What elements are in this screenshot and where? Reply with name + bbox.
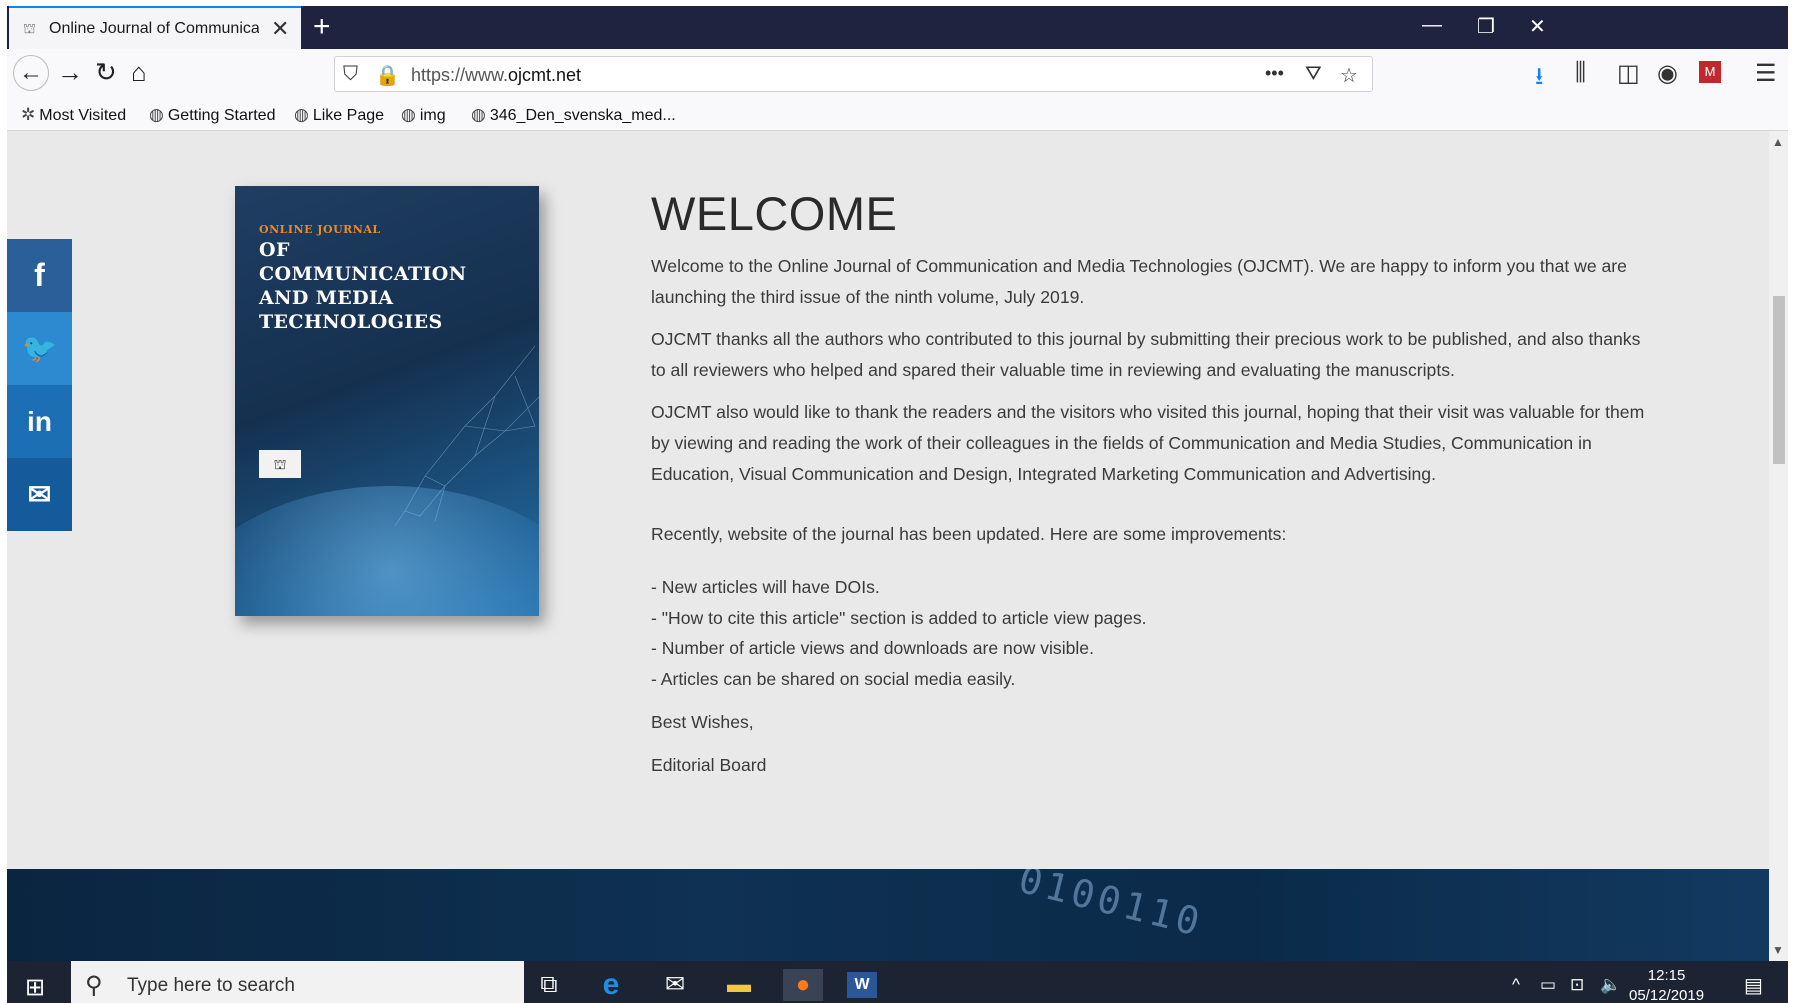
battery-icon[interactable]: ▭ — [1540, 975, 1556, 995]
bookmark-346[interactable]: ◍ 346_Den_svenska_med... — [471, 105, 676, 125]
new-tab-button[interactable]: + — [313, 10, 331, 44]
minimize-icon[interactable]: — — [1422, 14, 1442, 37]
site-favicon-icon: ⛫ — [23, 20, 36, 36]
navigation-bar: ← → ↻ ⌂ ⛉ 🔒 https://www.ojcmt.net ••• ⛛ … — [7, 49, 1788, 99]
linkedin-icon: in — [27, 406, 52, 437]
twitter-share-button[interactable]: 🐦 — [7, 312, 72, 385]
globe-icon: ◍ — [401, 105, 416, 124]
page-content: f 🐦 in ✉ ONLINE JOURNAL OF COMMUNICATION… — [7, 131, 1769, 961]
publisher-logo-icon: ⛫ — [259, 450, 301, 478]
bookmark-like-page[interactable]: ◍ Like Page — [294, 105, 384, 125]
volume-icon[interactable]: 🔈 — [1600, 975, 1621, 995]
list-item: - "How to cite this article" section is … — [651, 608, 1147, 628]
vertical-scrollbar[interactable]: ▲ ▼ — [1769, 131, 1788, 961]
welcome-paragraph-3: OJCMT also would like to thank the reade… — [651, 402, 1645, 484]
extension-icon[interactable]: M — [1699, 61, 1721, 83]
gear-icon: ✲ — [21, 105, 36, 124]
signature-text: Editorial Board — [651, 755, 767, 775]
account-icon[interactable]: ◉ — [1657, 59, 1678, 88]
list-item: - Number of article views and downloads … — [651, 638, 1094, 658]
welcome-paragraph-1: Welcome to the Online Journal of Communi… — [651, 256, 1627, 307]
list-item: - New articles will have DOIs. — [651, 577, 880, 597]
mail-icon[interactable]: ✉ — [655, 969, 695, 1001]
facebook-share-button[interactable]: f — [7, 239, 72, 312]
cover-kicker: ONLINE JOURNAL — [259, 223, 381, 236]
page-title: WELCOME — [651, 187, 898, 240]
firefox-icon[interactable]: ● — [783, 969, 823, 1001]
twitter-icon: 🐦 — [22, 333, 57, 364]
facebook-icon: f — [34, 257, 45, 293]
sidebar-icon[interactable]: ◫ — [1617, 59, 1640, 88]
edge-browser-icon[interactable]: e — [591, 969, 631, 1001]
system-clock[interactable]: 12:15 05/12/2019 — [1629, 966, 1704, 1003]
browser-window: ⛫ Online Journal of Communicat ✕ + — ❐ ✕… — [7, 6, 1788, 1003]
closing-text: Best Wishes, — [651, 712, 754, 732]
welcome-paragraph-2: OJCMT thanks all the authors who contrib… — [651, 329, 1641, 380]
tab-title: Online Journal of Communicat — [49, 20, 259, 37]
digital-hand-graphic — [394, 345, 539, 527]
url-text[interactable]: https://www.ojcmt.net — [411, 65, 581, 86]
reload-icon[interactable]: ↻ — [95, 59, 117, 85]
taskbar-search-box[interactable]: ⚲ Type here to search — [71, 961, 524, 1003]
globe-icon: ◍ — [149, 105, 164, 124]
back-icon[interactable]: ← — [13, 55, 49, 91]
forward-icon[interactable]: → — [57, 59, 83, 85]
bookmark-img[interactable]: ◍ img — [401, 105, 446, 125]
url-bar[interactable]: ⛉ 🔒 https://www.ojcmt.net ••• ⛛ ☆ — [334, 56, 1373, 92]
pocket-icon[interactable]: ⛛ — [1305, 63, 1322, 86]
email-share-button[interactable]: ✉ — [7, 458, 72, 531]
library-icon[interactable]: ⫼ — [1575, 59, 1586, 87]
scroll-up-icon[interactable]: ▲ — [1772, 135, 1784, 149]
network-icon[interactable]: ⊡ — [1570, 975, 1584, 995]
scroll-down-icon[interactable]: ▼ — [1772, 943, 1784, 957]
task-view-icon[interactable]: ⧉ — [529, 969, 569, 1001]
close-tab-icon[interactable]: ✕ — [271, 16, 289, 42]
bookmark-getting-started[interactable]: ◍ Getting Started — [149, 105, 275, 125]
list-item: - Articles can be shared on social media… — [651, 669, 1016, 689]
welcome-paragraph-4: Recently, website of the journal has bee… — [651, 524, 1287, 544]
binary-decoration: 0100110 — [1014, 869, 1208, 946]
windows-taskbar: ⊞ ⚲ Type here to search ⧉ e ✉ ▬ ● W ^ ▭ … — [7, 961, 1788, 1003]
clock-date: 05/12/2019 — [1629, 987, 1705, 1003]
globe-icon: ◍ — [471, 105, 486, 124]
menu-icon[interactable]: ☰ — [1755, 59, 1777, 88]
chevron-up-icon[interactable]: ^ — [1512, 975, 1520, 995]
globe-icon: ◍ — [294, 105, 309, 124]
notifications-icon[interactable]: ▤ — [1744, 973, 1763, 998]
bookmarks-bar: ✲ Most Visited ◍ Getting Started ◍ Like Pag… — [7, 99, 1788, 131]
shield-icon[interactable]: ⛉ — [343, 63, 358, 86]
cover-title: OF COMMUNICATION AND MEDIA TECHNOLOGIES — [259, 239, 467, 333]
bookmark-star-icon[interactable]: ☆ — [1340, 63, 1358, 88]
home-icon[interactable]: ⌂ — [131, 59, 147, 85]
word-icon[interactable]: W — [847, 972, 877, 998]
bookmark-most-visited[interactable]: ✲ Most Visited — [21, 105, 126, 125]
clock-time: 12:15 — [1647, 967, 1686, 984]
lock-icon[interactable]: 🔒 — [375, 63, 400, 88]
journal-cover-image: ONLINE JOURNAL OF COMMUNICATION AND MEDI… — [235, 186, 539, 616]
footer-banner: 0100110 — [7, 869, 1769, 961]
page-actions-icon[interactable]: ••• — [1265, 63, 1284, 84]
scrollbar-thumb[interactable] — [1773, 296, 1785, 464]
restore-icon[interactable]: ❐ — [1477, 14, 1495, 39]
downloads-icon[interactable]: ⭳ — [1535, 59, 1543, 100]
search-placeholder: Type here to search — [127, 975, 295, 996]
windows-start-icon[interactable]: ⊞ — [25, 973, 45, 1002]
search-icon: ⚲ — [85, 972, 103, 999]
envelope-icon: ✉ — [27, 479, 52, 510]
tab-active[interactable]: ⛫ Online Journal of Communicat ✕ — [9, 6, 301, 49]
tab-bar: ⛫ Online Journal of Communicat ✕ + — ❐ ✕ — [7, 6, 1788, 49]
linkedin-share-button[interactable]: in — [7, 385, 72, 458]
file-explorer-icon[interactable]: ▬ — [719, 969, 759, 1001]
close-window-icon[interactable]: ✕ — [1529, 14, 1546, 39]
